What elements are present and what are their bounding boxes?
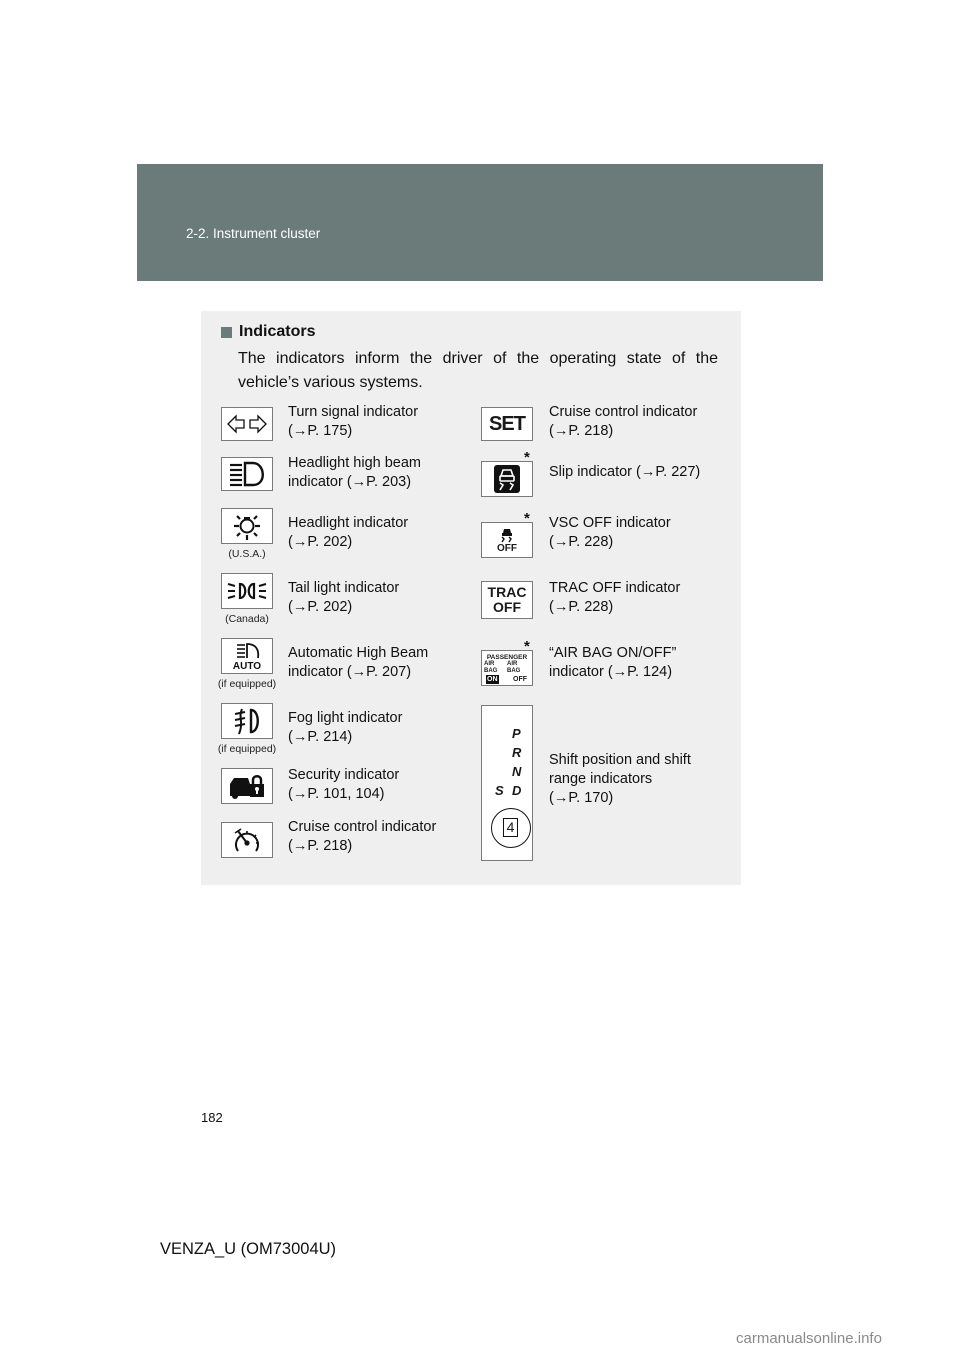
panel-heading: Indicators xyxy=(221,323,315,341)
desc-line: VSC OFF indicator xyxy=(549,515,671,531)
auto-label: AUTO xyxy=(233,661,261,671)
page-reference: (→P. 218) xyxy=(549,423,614,439)
cruise-control-speedometer-icon xyxy=(221,822,273,858)
desc-line: Cruise control indicator xyxy=(549,404,698,420)
security-icon xyxy=(221,768,273,804)
page-reference: (→P. 228) xyxy=(549,534,614,550)
range-circle: 4 xyxy=(491,808,531,848)
fog-light-description: Fog light indicator (→P. 214) xyxy=(288,709,468,747)
desc-line: Headlight high beam xyxy=(288,455,422,471)
page-reference: (→P. 228) xyxy=(549,599,614,615)
intro-text: The indicators inform the driver of the … xyxy=(238,350,718,391)
shift-position-icon: P R N D S 4 xyxy=(481,705,533,861)
desc-line: Tail light indicator xyxy=(288,580,400,596)
off-label: OFF xyxy=(513,676,527,683)
range-digit: 4 xyxy=(503,818,518,837)
trac-off-description: TRAC OFF indicator (→P. 228) xyxy=(549,579,729,617)
slip-description: Slip indicator (→P. 227) xyxy=(549,463,734,482)
desc-line: Slip indicator (→P. 227) xyxy=(549,464,701,480)
desc-line: Turn signal indicator xyxy=(288,404,419,420)
canada-note: (Canada) xyxy=(225,613,269,625)
gear-d: D xyxy=(512,783,522,798)
usa-note: (U.S.A.) xyxy=(228,548,266,560)
vsc-off-description: VSC OFF indicator (→P. 228) xyxy=(549,514,729,552)
desc-line: TRAC OFF indicator xyxy=(549,580,681,596)
desc-line: range indicators xyxy=(549,771,653,787)
page-reference: (→P. 218) xyxy=(288,838,353,854)
passenger-label: PASSENGER xyxy=(486,654,528,661)
gear-r: R xyxy=(512,745,522,760)
page-reference: (→P. 202) xyxy=(288,534,353,550)
page-reference: indicator (→P. 203) xyxy=(288,474,412,490)
airbag-on-off-icon: PASSENGER AIR BAG AIR BAG ON OFF xyxy=(481,650,533,686)
page-reference: (→P. 202) xyxy=(288,599,353,615)
security-description: Security indicator (→P. 101, 104) xyxy=(288,766,468,804)
slip-icon xyxy=(481,461,533,497)
desc-line: Shift position and shift xyxy=(549,752,691,768)
if-equipped-note: (if equipped) xyxy=(217,743,277,755)
off-label: OFF xyxy=(497,542,517,554)
set-icon: SET xyxy=(481,407,533,441)
page-reference: (→P. 214) xyxy=(288,729,353,745)
if-equipped-note: (if equipped) xyxy=(217,678,277,690)
tail-light-icon xyxy=(221,573,273,609)
cruise-set-description: Cruise control indicator (→P. 218) xyxy=(549,403,729,441)
off-label: OFF xyxy=(493,599,521,615)
airbag-label: AIR BAG xyxy=(484,661,498,674)
chapter-header: 2-2. Instrument cluster xyxy=(137,164,823,281)
vsc-off-icon: OFF xyxy=(481,522,533,558)
manual-id: VENZA_U (OM73004U) xyxy=(160,1240,337,1258)
desc-line: Automatic High Beam xyxy=(288,645,429,661)
fog-light-icon xyxy=(221,703,273,739)
desc-line: Cruise control indicator xyxy=(288,819,437,835)
trac-label: TRAC xyxy=(487,584,527,600)
auto-high-beam-icon: AUTO xyxy=(221,638,273,674)
section-title: 2-2. Instrument cluster xyxy=(186,226,321,241)
airbag-label: AIR BAG xyxy=(507,661,521,674)
page-reference: (→P. 101, 104) xyxy=(288,786,385,802)
airbag-description: “AIR BAG ON/OFF” indicator (→P. 124) xyxy=(549,644,729,682)
set-label: SET xyxy=(489,412,526,435)
tail-light-description: Tail light indicator (→P. 202) xyxy=(288,579,468,617)
square-bullet-icon xyxy=(221,326,232,338)
gear-s: S xyxy=(495,783,504,798)
page-reference: indicator (→P. 207) xyxy=(288,664,412,680)
page-reference: indicator (→P. 124) xyxy=(549,664,673,680)
indicators-panel: Indicators The indicators inform the dri… xyxy=(201,311,741,885)
shift-description: Shift position and shift range indicator… xyxy=(549,751,729,808)
desc-line: Security indicator xyxy=(288,767,400,783)
on-label: ON xyxy=(486,675,499,684)
cruise-speedometer-description: Cruise control indicator (→P. 218) xyxy=(288,818,468,856)
heading-text: Indicators xyxy=(239,323,316,340)
headlight-high-beam-icon xyxy=(221,457,273,491)
desc-line: Fog light indicator xyxy=(288,710,403,726)
turn-signal-icon xyxy=(221,407,273,441)
desc-line: “AIR BAG ON/OFF” xyxy=(549,645,677,661)
headlight-description: Headlight indicator (→P. 202) xyxy=(288,514,468,552)
watermark: carmanualsonline.info xyxy=(736,1330,882,1347)
high-beam-description: Headlight high beam indicator (→P. 203) xyxy=(288,454,468,492)
auto-high-beam-description: Automatic High Beam indicator (→P. 207) xyxy=(288,644,468,682)
page-number: 182 xyxy=(201,1110,223,1125)
turn-signal-description: Turn signal indicator (→P. 175) xyxy=(288,403,468,441)
desc-line: Headlight indicator xyxy=(288,515,409,531)
headlight-icon xyxy=(221,508,273,544)
page-reference: (→P. 170) xyxy=(549,790,614,806)
page-reference: (→P. 175) xyxy=(288,423,353,439)
gear-p: P xyxy=(512,726,521,741)
trac-off-icon: TRAC OFF xyxy=(481,581,533,619)
gear-n: N xyxy=(512,764,522,779)
